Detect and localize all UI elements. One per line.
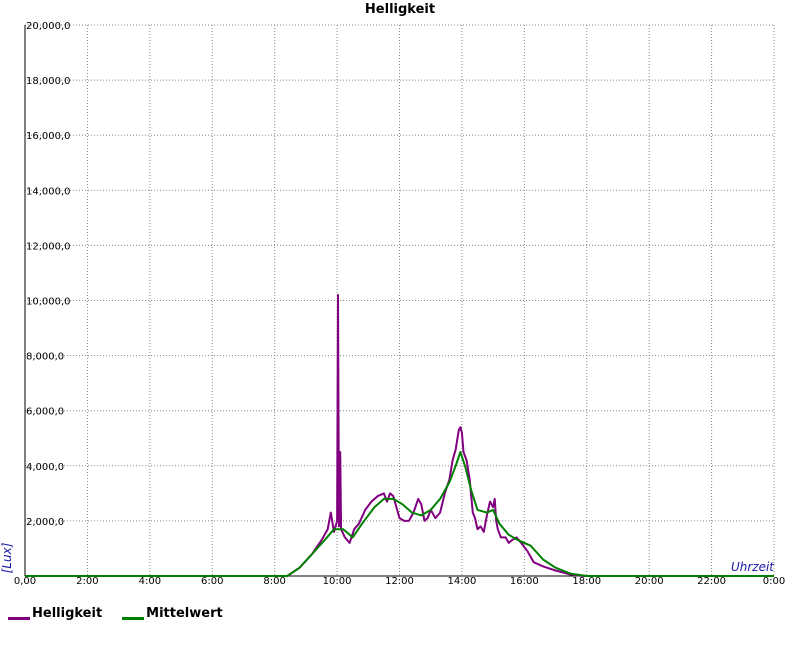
y-tick-label: 16,000,0 — [26, 131, 71, 142]
y-tick-label: 18,000,0 — [26, 76, 71, 87]
brightness-chart: Helligkeit 0,00 2:00 4:00 6:00 8:00 10:00 12:0… — [0, 2, 785, 587]
legend: Helligkeit Mittelwert — [8, 606, 223, 621]
x-tick-label: 0:00 — [763, 576, 785, 587]
x-tick-label: 14:00 — [448, 576, 477, 587]
legend-swatch-mittelwert — [122, 617, 145, 620]
x-tick-label: 8:00 — [263, 576, 285, 587]
x-tick-label: 4:00 — [139, 576, 161, 587]
y-tick-label: 14,000,0 — [26, 186, 71, 197]
legend-label-helligkeit: Helligkeit — [32, 606, 103, 621]
x-tick-label: 6:00 — [201, 576, 223, 587]
legend-item-helligkeit: Helligkeit — [8, 606, 102, 621]
y-tick-label: 2,000,0 — [26, 517, 64, 528]
legend-item-mittelwert: Mittelwert — [122, 606, 223, 621]
x-tick-label: 22:00 — [697, 576, 726, 587]
x-tick-label: 16:00 — [510, 576, 539, 587]
legend-label-mittelwert: Mittelwert — [146, 606, 223, 621]
y-tick-label: 20,000,0 — [26, 21, 71, 32]
x-tick-label: 2:00 — [76, 576, 98, 587]
x-tick-label: 10:00 — [323, 576, 352, 587]
x-tick-label: 20:00 — [635, 576, 664, 587]
x-axis-label: Uhrzeit — [731, 560, 775, 574]
chart-title: Helligkeit — [365, 2, 435, 17]
y-tick-label: 12,000,0 — [26, 241, 71, 252]
x-tick-label: 0,00 — [14, 576, 36, 587]
y-tick-label: 4,000,0 — [26, 462, 64, 473]
legend-swatch-helligkeit — [8, 617, 30, 620]
grid-lines — [25, 24, 775, 576]
y-tick-label: 6,000,0 — [26, 407, 64, 418]
x-tick-label: 18:00 — [572, 576, 601, 587]
chart-root: Helligkeit 0,00 2:00 4:00 6:00 8:00 10:00 12:0… — [0, 0, 800, 650]
y-axis-label: [Lux] — [0, 542, 14, 573]
y-tick-label: 10,000,0 — [26, 297, 71, 308]
y-tick-label: 8,000,0 — [26, 352, 64, 363]
x-tick-label: 12:00 — [385, 576, 414, 587]
